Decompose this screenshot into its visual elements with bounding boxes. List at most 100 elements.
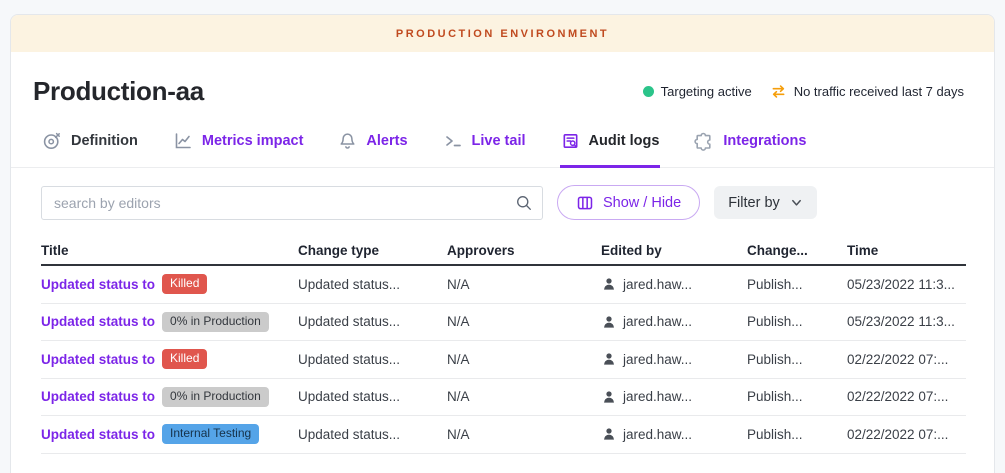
row-title-link[interactable]: Updated status to: [41, 352, 155, 367]
row-change-type: Updated status...: [298, 389, 447, 404]
column-header-approvers[interactable]: Approvers: [447, 243, 601, 258]
person-icon: [601, 276, 617, 292]
tab-alerts-label: Alerts: [366, 133, 407, 149]
row-edited-by: jared.haw...: [601, 389, 747, 405]
row-title: Updated status to Internal Testing: [41, 424, 298, 444]
audit-log-table: Title Change type Approvers Edited by Ch…: [41, 236, 966, 454]
no-traffic-status: No traffic received last 7 days: [770, 84, 964, 99]
row-approvers: N/A: [447, 314, 601, 329]
tab-bar: Definition Metrics impact Alerts: [11, 125, 994, 168]
row-change-type: Updated status...: [298, 427, 447, 442]
column-header-time[interactable]: Time: [847, 243, 966, 258]
row-time: 05/23/2022 11:3...: [847, 277, 966, 292]
tab-live-tail-label: Live tail: [472, 133, 526, 149]
person-icon: [601, 389, 617, 405]
row-title-link[interactable]: Updated status to: [41, 314, 155, 329]
tab-metrics-impact-label: Metrics impact: [202, 133, 304, 149]
tab-integrations[interactable]: Integrations: [693, 125, 807, 168]
puzzle-icon: [694, 131, 714, 151]
tab-alerts[interactable]: Alerts: [337, 125, 408, 168]
tab-metrics-impact[interactable]: Metrics impact: [172, 125, 305, 168]
row-edited-by: jared.haw...: [601, 351, 747, 367]
status-badge: Internal Testing: [162, 424, 259, 444]
row-change: Publish...: [747, 314, 847, 329]
row-edited-by-label: jared.haw...: [623, 277, 692, 292]
table-body: Updated status to Killed Updated status...…: [41, 266, 966, 454]
search-icon: [515, 194, 533, 217]
row-edited-by-label: jared.haw...: [623, 389, 692, 404]
filter-by-label: Filter by: [728, 195, 780, 211]
search-input[interactable]: [41, 186, 543, 220]
row-approvers: N/A: [447, 427, 601, 442]
targeting-active-label: Targeting active: [661, 84, 752, 99]
green-dot-icon: [643, 86, 654, 97]
row-time: 05/23/2022 11:3...: [847, 314, 966, 329]
person-icon: [601, 426, 617, 442]
toolbar: Show / Hide Filter by: [11, 168, 994, 234]
status-badge: 0% in Production: [162, 387, 269, 407]
row-change-type: Updated status...: [298, 277, 447, 292]
table-row[interactable]: Updated status to Killed Updated status...…: [41, 341, 966, 379]
row-edited-by-label: jared.haw...: [623, 427, 692, 442]
row-title-link[interactable]: Updated status to: [41, 427, 155, 442]
definition-icon: [42, 131, 62, 151]
row-change-type: Updated status...: [298, 314, 447, 329]
row-time: 02/22/2022 07:...: [847, 427, 966, 442]
row-change: Publish...: [747, 277, 847, 292]
row-edited-by-label: jared.haw...: [623, 314, 692, 329]
status-badge: Killed: [162, 349, 207, 369]
terminal-icon: [443, 131, 463, 151]
chevron-down-icon: [790, 196, 803, 209]
person-icon: [601, 314, 617, 330]
row-edited-by: jared.haw...: [601, 314, 747, 330]
show-hide-button[interactable]: Show / Hide: [557, 185, 700, 220]
feature-gate-card: PRODUCTION ENVIRONMENT Production-aa Tar…: [10, 14, 995, 473]
table-header: Title Change type Approvers Edited by Ch…: [41, 236, 966, 266]
row-change-type: Updated status...: [298, 352, 447, 367]
row-edited-by-label: jared.haw...: [623, 352, 692, 367]
status-badge: Killed: [162, 274, 207, 294]
bell-icon: [338, 131, 357, 151]
filter-by-button[interactable]: Filter by: [714, 186, 817, 219]
row-title: Updated status to 0% in Production: [41, 312, 298, 332]
page-header: Production-aa Targeting active No traffi…: [11, 52, 994, 125]
metrics-icon: [173, 131, 193, 151]
traffic-arrows-icon: [770, 84, 787, 99]
table-row[interactable]: Updated status to0% in ProductionUpdated…: [41, 304, 966, 342]
show-hide-label: Show / Hide: [603, 195, 681, 211]
row-title: Updated status to Killed: [41, 274, 298, 294]
column-header-title[interactable]: Title: [41, 243, 298, 258]
column-header-edited-by[interactable]: Edited by: [601, 243, 747, 258]
status-badge: 0% in Production: [162, 312, 269, 332]
row-title: Updated status to Killed: [41, 349, 298, 369]
status-group: Targeting active No traffic received las…: [643, 84, 964, 99]
no-traffic-label: No traffic received last 7 days: [794, 84, 964, 99]
tab-definition-label: Definition: [71, 133, 138, 149]
environment-banner: PRODUCTION ENVIRONMENT: [11, 15, 994, 52]
row-approvers: N/A: [447, 389, 601, 404]
row-title-link[interactable]: Updated status to: [41, 277, 155, 292]
row-change: Publish...: [747, 389, 847, 404]
audit-logs-icon: [561, 131, 580, 151]
column-header-change-type[interactable]: Change type: [298, 243, 447, 258]
table-row[interactable]: Updated status to 0% in Production Updated…: [41, 379, 966, 417]
row-edited-by: jared.haw...: [601, 426, 747, 442]
table-row[interactable]: Updated status to Killed Updated status...…: [41, 266, 966, 304]
row-edited-by: jared.haw...: [601, 276, 747, 292]
column-header-change[interactable]: Change...: [747, 243, 847, 258]
row-approvers: N/A: [447, 352, 601, 367]
tab-definition[interactable]: Definition: [41, 125, 139, 168]
row-title-link[interactable]: Updated status to: [41, 389, 155, 404]
search-wrap: [41, 186, 543, 220]
row-approvers: N/A: [447, 277, 601, 292]
row-change: Publish...: [747, 352, 847, 367]
row-time: 02/22/2022 07:...: [847, 389, 966, 404]
tab-live-tail[interactable]: Live tail: [442, 125, 527, 168]
table-row[interactable]: Updated status toInternal TestingUpdated…: [41, 416, 966, 454]
targeting-active-status: Targeting active: [643, 84, 752, 99]
environment-banner-label: PRODUCTION ENVIRONMENT: [396, 28, 609, 40]
page-title: Production-aa: [33, 76, 204, 107]
tab-integrations-label: Integrations: [723, 133, 806, 149]
tab-audit-logs[interactable]: Audit logs: [560, 125, 661, 168]
row-change: Publish...: [747, 427, 847, 442]
